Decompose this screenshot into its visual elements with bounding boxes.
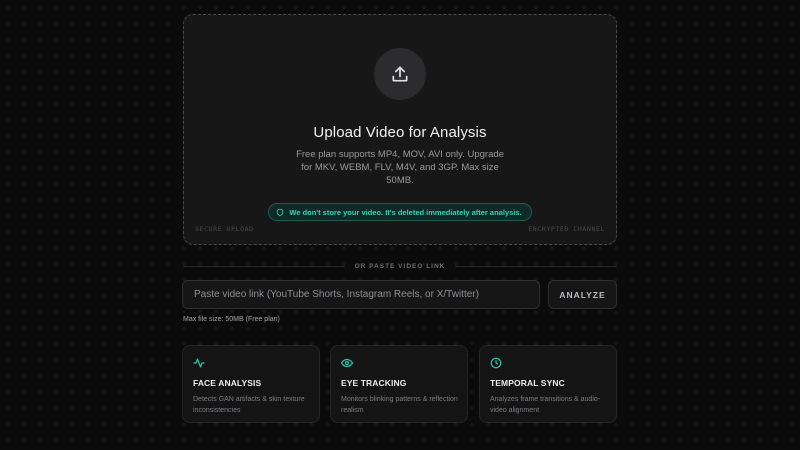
upload-description: Free plan supports MP4, MOV, AVI only. U… xyxy=(296,149,504,186)
feature-title: EYE TRACKING xyxy=(341,378,407,388)
divider-text: OR PASTE VIDEO LINK xyxy=(354,262,446,270)
upload-button[interactable] xyxy=(374,48,426,100)
feature-card-temporal-sync: TEMPORAL SYNC Analyzes frame transitions… xyxy=(479,345,617,423)
feature-description: Monitors blinking patterns & reflection … xyxy=(341,396,458,414)
divider-line-left xyxy=(183,265,345,267)
clock-icon xyxy=(490,357,502,369)
page: Upload Video for Analysis Free plan supp… xyxy=(0,0,800,450)
upload-dropzone[interactable]: Upload Video for Analysis Free plan supp… xyxy=(183,14,617,245)
analyze-button[interactable]: ANALYZE xyxy=(548,280,617,309)
or-divider: OR PASTE VIDEO LINK xyxy=(183,261,617,271)
video-link-input[interactable] xyxy=(182,280,540,309)
secure-upload-label: SECURE UPLOAD xyxy=(195,225,254,233)
shield-icon xyxy=(277,208,284,216)
feature-title: FACE ANALYSIS xyxy=(193,378,262,388)
feature-card-face-analysis: FACE ANALYSIS Detects GAN artifacts & sk… xyxy=(182,345,320,423)
eye-icon xyxy=(341,358,353,368)
encrypted-channel-label: ENCRYPTED CHANNEL xyxy=(528,225,605,233)
feature-description: Detects GAN artifacts & skin texture inc… xyxy=(193,396,305,414)
max-file-size-note: Max file size: 50MB (Free plan) xyxy=(183,316,280,323)
feature-description: Analyzes frame transitions & audio-video… xyxy=(490,396,601,414)
feature-title: TEMPORAL SYNC xyxy=(490,378,565,388)
upload-title: Upload Video for Analysis xyxy=(313,124,487,141)
upload-icon xyxy=(392,66,408,82)
divider-line-right xyxy=(455,265,617,267)
privacy-note: We don't store your video. It's deleted … xyxy=(289,207,522,217)
feature-card-eye-tracking: EYE TRACKING Monitors blinking patterns … xyxy=(330,345,468,423)
privacy-badge: We don't store your video. It's deleted … xyxy=(268,203,532,221)
activity-icon xyxy=(193,358,205,368)
